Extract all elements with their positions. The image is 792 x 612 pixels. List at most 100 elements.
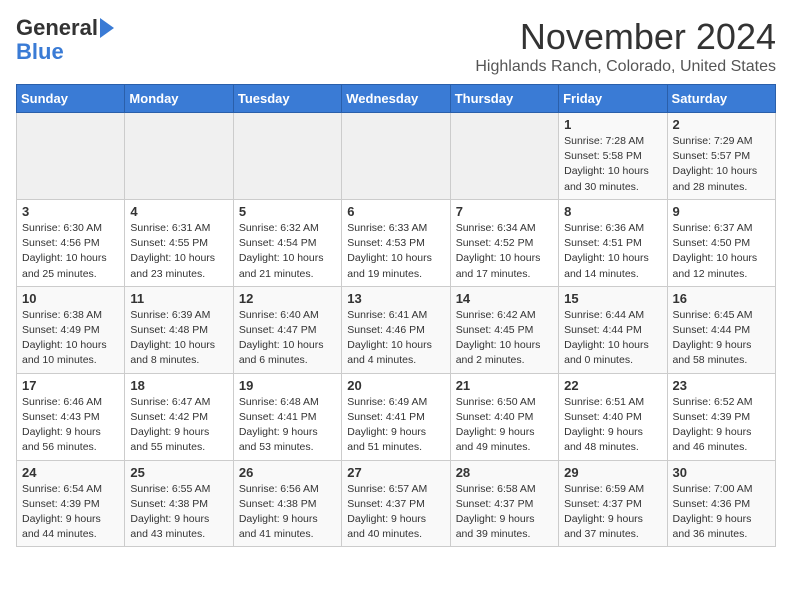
day-number: 23 (673, 378, 770, 393)
month-title: November 2024 (475, 16, 776, 58)
calendar-cell (450, 113, 558, 200)
day-info: Sunrise: 6:51 AM Sunset: 4:40 PM Dayligh… (564, 395, 661, 456)
weekday-header: Thursday (450, 85, 558, 113)
calendar-cell: 29 Sunrise: 6:59 AM Sunset: 4:37 PM Dayli… (559, 460, 667, 547)
day-number: 30 (673, 465, 770, 480)
calendar-week-row: 10 Sunrise: 6:38 AM Sunset: 4:49 PM Dayli… (17, 286, 776, 373)
day-number: 22 (564, 378, 661, 393)
calendar-cell: 2 Sunrise: 7:29 AM Sunset: 5:57 PM Daylig… (667, 113, 775, 200)
day-info: Sunrise: 6:39 AM Sunset: 4:48 PM Dayligh… (130, 308, 227, 369)
day-info: Sunrise: 6:42 AM Sunset: 4:45 PM Dayligh… (456, 308, 553, 369)
calendar-cell: 14 Sunrise: 6:42 AM Sunset: 4:45 PM Dayli… (450, 286, 558, 373)
weekday-header: Wednesday (342, 85, 450, 113)
day-number: 12 (239, 291, 336, 306)
day-info: Sunrise: 6:37 AM Sunset: 4:50 PM Dayligh… (673, 221, 770, 282)
day-info: Sunrise: 6:46 AM Sunset: 4:43 PM Dayligh… (22, 395, 119, 456)
calendar-cell: 4 Sunrise: 6:31 AM Sunset: 4:55 PM Daylig… (125, 199, 233, 286)
day-number: 15 (564, 291, 661, 306)
weekday-header-row: SundayMondayTuesdayWednesdayThursdayFrid… (17, 85, 776, 113)
calendar-cell: 23 Sunrise: 6:52 AM Sunset: 4:39 PM Dayli… (667, 373, 775, 460)
day-info: Sunrise: 7:00 AM Sunset: 4:36 PM Dayligh… (673, 482, 770, 543)
calendar-cell: 20Sunrise: 6:49 AM Sunset: 4:41 PM Dayli… (342, 373, 450, 460)
day-info: Sunrise: 6:31 AM Sunset: 4:55 PM Dayligh… (130, 221, 227, 282)
calendar-cell: 15 Sunrise: 6:44 AM Sunset: 4:44 PM Dayli… (559, 286, 667, 373)
calendar-cell: 30 Sunrise: 7:00 AM Sunset: 4:36 PM Dayli… (667, 460, 775, 547)
day-info: Sunrise: 6:45 AM Sunset: 4:44 PM Dayligh… (673, 308, 770, 369)
calendar-cell (17, 113, 125, 200)
day-info: Sunrise: 6:34 AM Sunset: 4:52 PM Dayligh… (456, 221, 553, 282)
day-number: 13 (347, 291, 444, 306)
day-info: Sunrise: 6:33 AM Sunset: 4:53 PM Dayligh… (347, 221, 444, 282)
day-number: 8 (564, 204, 661, 219)
day-number: 6 (347, 204, 444, 219)
calendar-cell: 28Sunrise: 6:58 AM Sunset: 4:37 PM Dayli… (450, 460, 558, 547)
calendar-cell: 7 Sunrise: 6:34 AM Sunset: 4:52 PM Daylig… (450, 199, 558, 286)
day-info: Sunrise: 6:47 AM Sunset: 4:42 PM Dayligh… (130, 395, 227, 456)
calendar-cell: 21 Sunrise: 6:50 AM Sunset: 4:40 PM Dayli… (450, 373, 558, 460)
day-number: 27 (347, 465, 444, 480)
day-info: Sunrise: 6:57 AM Sunset: 4:37 PM Dayligh… (347, 482, 444, 543)
day-number: 29 (564, 465, 661, 480)
weekday-header: Friday (559, 85, 667, 113)
day-info: Sunrise: 6:52 AM Sunset: 4:39 PM Dayligh… (673, 395, 770, 456)
day-number: 26 (239, 465, 336, 480)
day-info: Sunrise: 6:44 AM Sunset: 4:44 PM Dayligh… (564, 308, 661, 369)
day-number: 3 (22, 204, 119, 219)
day-info: Sunrise: 7:29 AM Sunset: 5:57 PM Dayligh… (673, 134, 770, 195)
calendar-cell: 25 Sunrise: 6:55 AM Sunset: 4:38 PM Dayli… (125, 460, 233, 547)
day-number: 2 (673, 117, 770, 132)
day-number: 20 (347, 378, 444, 393)
calendar-week-row: 1Sunrise: 7:28 AM Sunset: 5:58 PM Daylig… (17, 113, 776, 200)
day-number: 18 (130, 378, 227, 393)
day-info: Sunrise: 6:55 AM Sunset: 4:38 PM Dayligh… (130, 482, 227, 543)
day-info: Sunrise: 6:54 AM Sunset: 4:39 PM Dayligh… (22, 482, 119, 543)
day-number: 11 (130, 291, 227, 306)
weekday-header: Saturday (667, 85, 775, 113)
day-number: 21 (456, 378, 553, 393)
header: General Blue November 2024 Highlands Ran… (16, 16, 776, 76)
calendar-cell: 12 Sunrise: 6:40 AM Sunset: 4:47 PM Dayli… (233, 286, 341, 373)
day-info: Sunrise: 6:32 AM Sunset: 4:54 PM Dayligh… (239, 221, 336, 282)
calendar-table: SundayMondayTuesdayWednesdayThursdayFrid… (16, 84, 776, 547)
location-title: Highlands Ranch, Colorado, United States (475, 58, 776, 76)
calendar-week-row: 24Sunrise: 6:54 AM Sunset: 4:39 PM Dayli… (17, 460, 776, 547)
calendar-cell: 10 Sunrise: 6:38 AM Sunset: 4:49 PM Dayli… (17, 286, 125, 373)
day-number: 10 (22, 291, 119, 306)
calendar-cell (233, 113, 341, 200)
day-info: Sunrise: 6:40 AM Sunset: 4:47 PM Dayligh… (239, 308, 336, 369)
day-number: 16 (673, 291, 770, 306)
logo-blue-text: Blue (16, 40, 64, 64)
logo-arrow-icon (100, 18, 114, 38)
day-info: Sunrise: 7:28 AM Sunset: 5:58 PM Dayligh… (564, 134, 661, 195)
day-number: 4 (130, 204, 227, 219)
weekday-header: Sunday (17, 85, 125, 113)
calendar-cell: 17 Sunrise: 6:46 AM Sunset: 4:43 PM Dayli… (17, 373, 125, 460)
calendar-cell: 11 Sunrise: 6:39 AM Sunset: 4:48 PM Dayli… (125, 286, 233, 373)
day-info: Sunrise: 6:38 AM Sunset: 4:49 PM Dayligh… (22, 308, 119, 369)
calendar-cell: 27 Sunrise: 6:57 AM Sunset: 4:37 PM Dayli… (342, 460, 450, 547)
day-info: Sunrise: 6:50 AM Sunset: 4:40 PM Dayligh… (456, 395, 553, 456)
day-number: 7 (456, 204, 553, 219)
day-info: Sunrise: 6:48 AM Sunset: 4:41 PM Dayligh… (239, 395, 336, 456)
day-number: 25 (130, 465, 227, 480)
calendar-cell: 13Sunrise: 6:41 AM Sunset: 4:46 PM Dayli… (342, 286, 450, 373)
calendar-cell: 22 Sunrise: 6:51 AM Sunset: 4:40 PM Dayli… (559, 373, 667, 460)
calendar-week-row: 3 Sunrise: 6:30 AM Sunset: 4:56 PM Daylig… (17, 199, 776, 286)
logo-text: General (16, 16, 98, 40)
calendar-cell: 3 Sunrise: 6:30 AM Sunset: 4:56 PM Daylig… (17, 199, 125, 286)
calendar-cell: 8Sunrise: 6:36 AM Sunset: 4:51 PM Daylig… (559, 199, 667, 286)
day-number: 9 (673, 204, 770, 219)
calendar-cell: 1Sunrise: 7:28 AM Sunset: 5:58 PM Daylig… (559, 113, 667, 200)
day-number: 19 (239, 378, 336, 393)
calendar-cell: 16 Sunrise: 6:45 AM Sunset: 4:44 PM Dayli… (667, 286, 775, 373)
day-info: Sunrise: 6:58 AM Sunset: 4:37 PM Dayligh… (456, 482, 553, 543)
day-number: 14 (456, 291, 553, 306)
calendar-week-row: 17 Sunrise: 6:46 AM Sunset: 4:43 PM Dayli… (17, 373, 776, 460)
weekday-header: Tuesday (233, 85, 341, 113)
day-info: Sunrise: 6:59 AM Sunset: 4:37 PM Dayligh… (564, 482, 661, 543)
day-number: 17 (22, 378, 119, 393)
calendar-cell: 9 Sunrise: 6:37 AM Sunset: 4:50 PM Daylig… (667, 199, 775, 286)
logo: General Blue (16, 16, 114, 64)
title-block: November 2024 Highlands Ranch, Colorado,… (475, 16, 776, 76)
day-info: Sunrise: 6:30 AM Sunset: 4:56 PM Dayligh… (22, 221, 119, 282)
